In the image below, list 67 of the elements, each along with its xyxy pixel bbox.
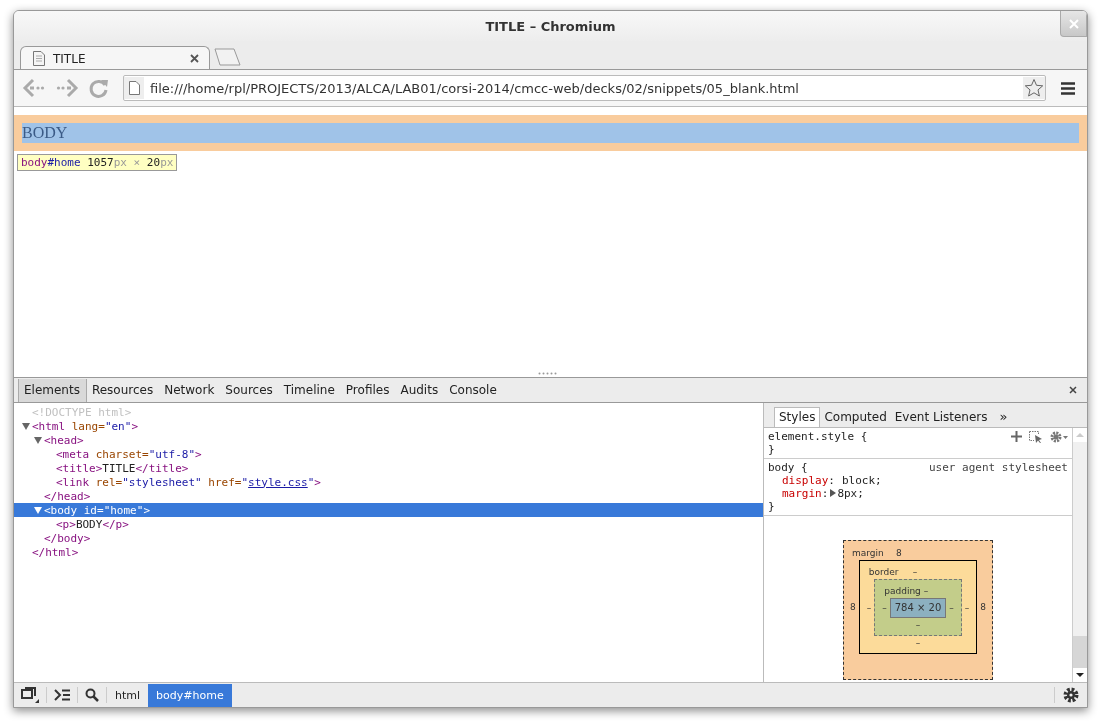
dom-node[interactable]: <p>BODY</p> [56, 517, 129, 531]
css-property[interactable]: margin: 8px; [768, 487, 1068, 500]
closing-brace: } [768, 443, 776, 456]
devtools-tab[interactable]: Sources [220, 378, 279, 402]
sidebar-tab[interactable]: Computed [820, 408, 891, 427]
box-value: – [881, 603, 888, 613]
window-title: TITLE – Chromium [485, 18, 616, 34]
body-text: BODY [22, 124, 68, 142]
dom-node[interactable]: <title>TITLE</title> [56, 461, 189, 475]
devtools-tab[interactable]: Profiles [340, 378, 396, 402]
page-icon [33, 51, 45, 66]
dom-node[interactable]: </head> [44, 489, 91, 503]
tab-title: TITLE [53, 51, 87, 66]
sidebar-tab[interactable]: Event Listeners [890, 408, 992, 427]
box-label: padding [883, 585, 922, 596]
box-value: – [915, 638, 921, 648]
breadcrumb[interactable]: html [107, 683, 149, 707]
css-property[interactable]: display: block; [768, 474, 1068, 487]
rule-origin[interactable]: user agent stylesheet [928, 461, 1068, 474]
dom-node[interactable]: </body> [44, 531, 91, 545]
close-icon [1068, 18, 1079, 29]
devtools-tab[interactable]: Audits [395, 378, 445, 402]
devtools-tab[interactable]: Elements [18, 378, 87, 402]
css-selector: body { [768, 461, 809, 474]
box-value: – [915, 620, 921, 630]
css-selector: element.style { [768, 430, 869, 443]
address-field[interactable]: file:///home/rpl/PROJECTS/2013/ALCA/LAB01/corsi-2014/cmcc-web/decks/02/snippets/05_blank.html [123, 75, 1046, 101]
dom-node[interactable]: <body id="home"> [44, 503, 150, 517]
breadcrumb[interactable]: body#home [148, 683, 232, 707]
box-label: margin [851, 547, 885, 558]
sidebar-tab[interactable]: Styles [774, 407, 821, 427]
dom-node[interactable]: <head> [44, 433, 84, 447]
devtools-tab[interactable]: Timeline [278, 378, 341, 402]
box-value: – [923, 585, 929, 596]
dom-node[interactable]: </html> [32, 545, 79, 559]
box-value: – [912, 566, 918, 577]
link[interactable]: style.css [248, 475, 308, 489]
expand-arrow-icon[interactable] [22, 422, 30, 430]
menu-icon[interactable] [1061, 81, 1075, 95]
scrollbar[interactable] [1072, 428, 1087, 682]
dom-node[interactable]: <html lang="en"> [32, 419, 138, 433]
devtools-tab[interactable]: Resources [86, 378, 160, 402]
close-icon[interactable] [1069, 386, 1077, 394]
box-label: border [867, 566, 900, 577]
plus-icon[interactable] [1011, 431, 1022, 442]
box-value: 8 [979, 602, 987, 612]
box-value: 8 [896, 547, 902, 558]
close-icon[interactable] [190, 54, 199, 63]
box-value: – [963, 602, 971, 613]
closing-brace: } [768, 500, 776, 513]
gear-icon[interactable] [1050, 430, 1068, 443]
dom-node[interactable]: <link rel="stylesheet" href="style.css"> [56, 475, 321, 489]
resize-handle[interactable] [537, 372, 559, 375]
star-icon[interactable] [1023, 77, 1045, 99]
content-box: 784 × 20 [889, 598, 947, 618]
more-tabs-button[interactable]: » [991, 407, 1012, 427]
dom-node[interactable]: <meta charset="utf-8"> [56, 447, 202, 461]
tooltip-text: body#home 1057px × 20px [21, 156, 174, 169]
box-value: 8 [849, 602, 857, 612]
pointer-icon[interactable] [1029, 430, 1043, 443]
devtools-tab[interactable]: Network [159, 378, 221, 402]
browser-tab[interactable]: TITLE [20, 46, 210, 70]
devtools-tab[interactable]: Console [444, 378, 503, 402]
box-value: – [948, 603, 955, 613]
page-icon [128, 81, 140, 95]
expand-arrow-icon[interactable] [34, 436, 42, 444]
box-value: – [865, 602, 873, 613]
